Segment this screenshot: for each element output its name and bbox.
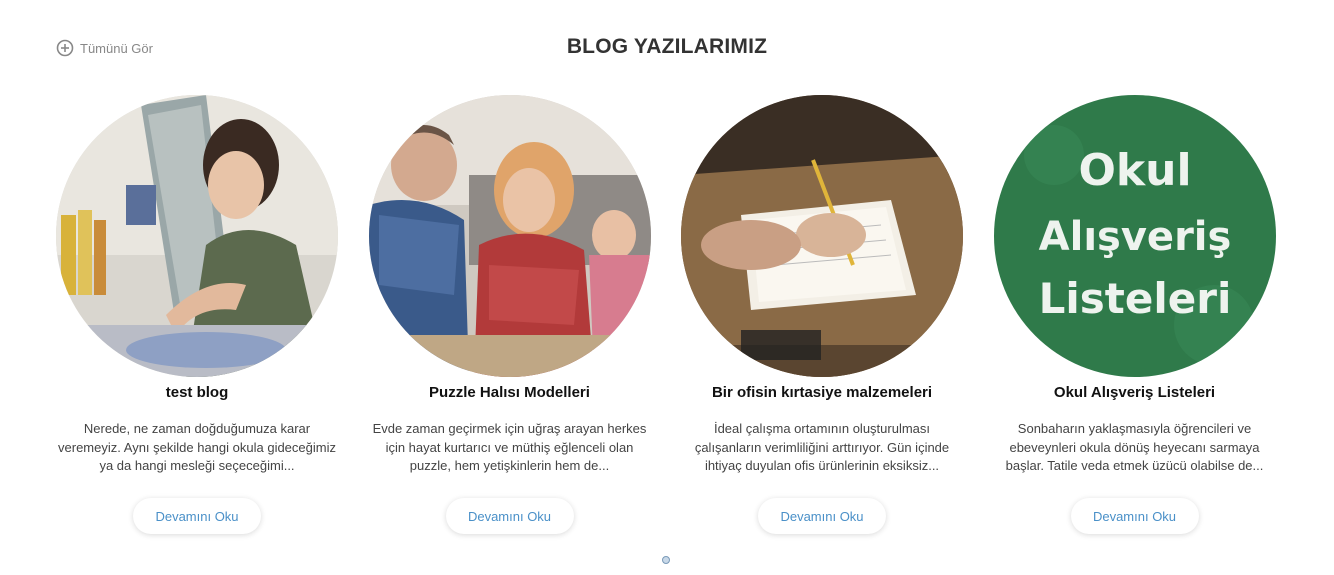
blog-card-excerpt: İdeal çalışma ortamının oluşturulması ça… — [694, 421, 950, 473]
blog-card: test blog Nerede, ne zaman doğduğumuza k… — [54, 95, 340, 534]
read-more-button[interactable]: Devamını Oku — [445, 498, 574, 534]
blog-card: Bir ofisin kırtasiye malzemeleri İdeal ç… — [679, 95, 965, 534]
section-title: BLOG YAZILARIMIZ — [566, 35, 768, 58]
blog-card-title[interactable]: Puzzle Halısı Modelleri — [429, 384, 590, 402]
blog-image-woman-painting[interactable] — [56, 95, 338, 377]
blog-card-excerpt: Evde zaman geçirmek için uğraş arayan he… — [372, 421, 647, 473]
blog-card-title[interactable]: Bir ofisin kırtasiye malzemeleri — [712, 384, 932, 402]
read-more-button[interactable]: Devamını Oku — [1070, 498, 1199, 534]
blog-card-excerpt: Sonbaharın yaklaşmasıyla öğrencileri ve … — [1005, 421, 1264, 473]
blog-card: Okul Alışveriş Listeleri Okul Alışveriş … — [992, 95, 1278, 534]
blog-card-title[interactable]: Okul Alışveriş Listeleri — [1054, 384, 1215, 402]
blog-card-list: test blog Nerede, ne zaman doğduğumuza k… — [54, 95, 1278, 534]
chalk-line-1: Okul — [1078, 145, 1191, 196]
chalk-line-2: Alışveriş — [1038, 214, 1231, 260]
carousel-dot[interactable] — [662, 556, 670, 564]
blog-card: Puzzle Halısı Modelleri Evde zaman geçir… — [367, 95, 653, 534]
blog-card-title[interactable]: test blog — [166, 384, 229, 402]
blog-image-office-writing[interactable] — [681, 95, 963, 377]
read-more-button[interactable]: Devamını Oku — [758, 498, 886, 534]
read-more-button[interactable]: Devamını Oku — [133, 498, 261, 534]
blog-card-excerpt: Nerede, ne zaman doğduğumuza karar verem… — [58, 421, 336, 473]
blog-image-chalkboard[interactable]: Okul Alışveriş Listeleri — [993, 95, 1276, 377]
blog-image-family-puzzle[interactable] — [368, 95, 651, 377]
chalk-line-3: Listeleri — [1038, 274, 1231, 323]
